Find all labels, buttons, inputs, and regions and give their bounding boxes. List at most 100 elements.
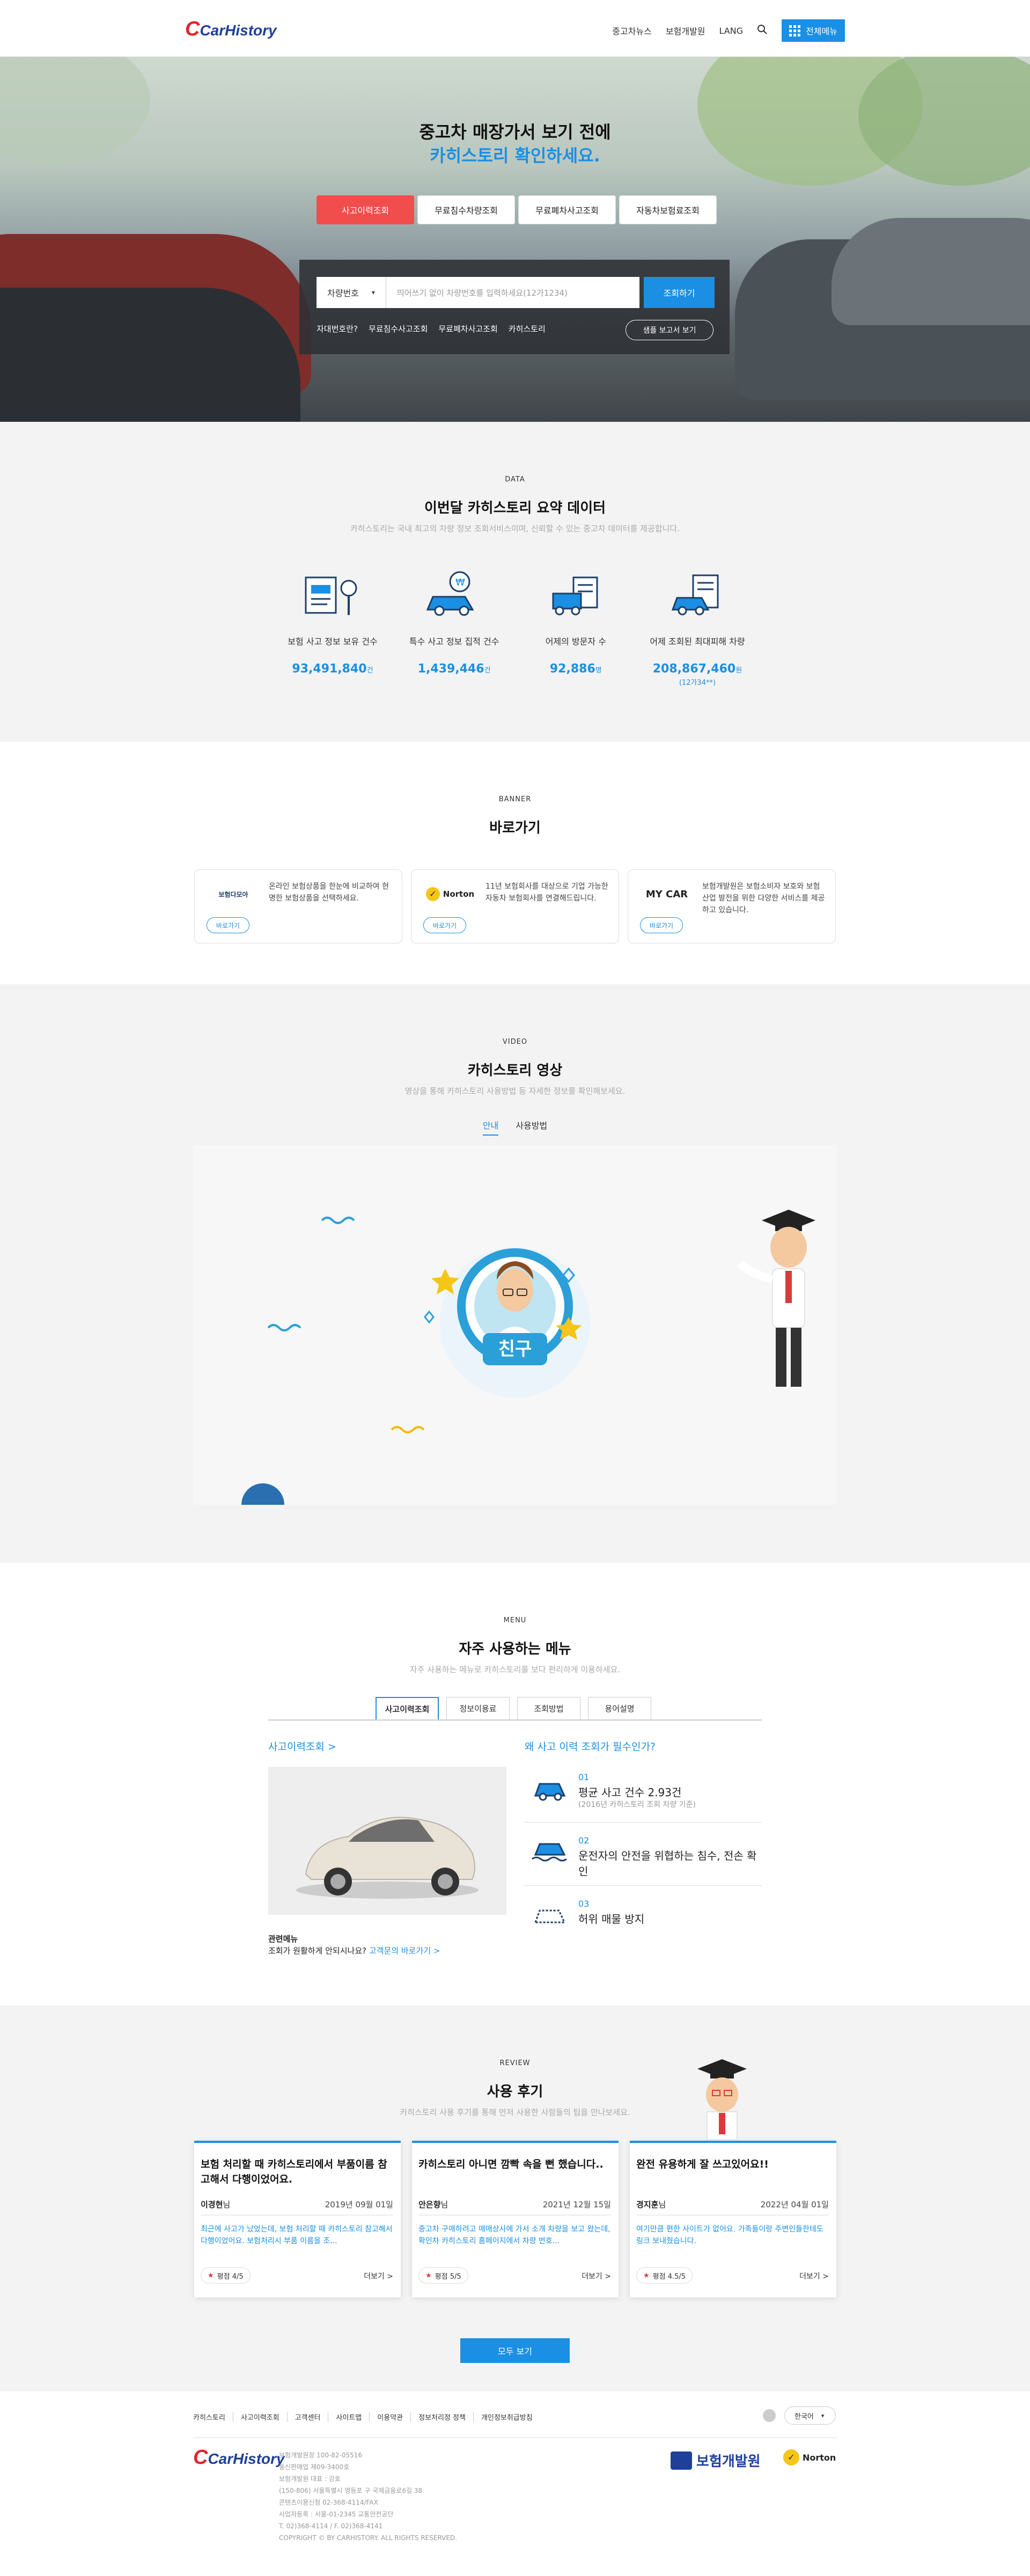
nav-item-news[interactable]: 중고차뉴스 (612, 24, 652, 37)
stat-item: 어제의 방문자 수 92,886명 (522, 567, 629, 687)
tab-glossary[interactable]: 용어설명 (588, 1697, 651, 1719)
tab-how-to[interactable]: 조회방법 (517, 1697, 580, 1719)
section-eyebrow: REVIEW (499, 2059, 531, 2067)
banner-link-button[interactable]: 바로가기 (640, 917, 683, 933)
all-menu-button[interactable]: 전체메뉴 (782, 19, 845, 42)
reason-number: 01 (578, 1772, 590, 1782)
accident-history-link[interactable]: 사고이력조회 > (268, 1739, 336, 1753)
section-eyebrow: BANNER (498, 795, 532, 803)
document-search-icon (295, 567, 370, 620)
stat-item: 어제 조회된 최대피해 차량 208,867,460원 (12가34**) (644, 567, 751, 687)
review-title: 카히스토리 아니면 깜빡 속을 뻔 했습니다.. (418, 2158, 604, 2170)
reason-item: 02 운전자의 안전을 위협하는 침수, 전손 확인 (525, 1823, 762, 1886)
star-icon: ★ (208, 2271, 214, 2280)
stats-grid: 보험 사고 정보 보유 건수 93,491,840건 ₩ 특수 사고 정보 집적… (279, 567, 751, 687)
banner-logo: 보험다모아 (218, 890, 248, 898)
review-date: 2022년 04월 01일 (760, 2200, 829, 2209)
video-badge: 친구 (498, 1338, 532, 1360)
tab-accident-history[interactable]: 사고이력조회 (376, 1697, 439, 1719)
kidi-mark-icon (671, 2451, 692, 2470)
footer-link[interactable]: 정보처리정 정책 (411, 2412, 474, 2422)
search-button[interactable]: 조회하기 (644, 277, 715, 308)
language-select[interactable]: 한국어 ▾ (784, 2406, 836, 2425)
banner-link-button[interactable]: 바로가기 (207, 917, 249, 933)
banner-text: 11년 보험회사를 대상으로 기업 가능한 자동차 보험회사를 연결해드립니다. (485, 882, 608, 903)
partner-kidi-logo: 보험개발원 (671, 2450, 761, 2470)
review-card[interactable]: 완전 유용하게 잘 쓰고있어요!! 경지훈님 2022년 04월 01일 여기만… (630, 2141, 836, 2297)
reason-item: 01 평균 사고 건수 2.93건 (2016년 카히스토리 조회 차량 기준) (525, 1759, 762, 1823)
view-all-reviews-button[interactable]: 모두 보기 (460, 2338, 570, 2363)
site-logo[interactable]: CCarHistory (185, 18, 277, 41)
banner-card[interactable]: MY CAR 보험개발원은 보험소비자 보호와 보험산업 발전을 위한 다양한 … (628, 869, 836, 943)
hero-tabs: 사고이력조회 무료침수차량조회 무료폐차사고조회 자동차보험료조회 (317, 195, 717, 224)
link-scrap-check[interactable]: 무료폐차사고조회 (438, 323, 497, 334)
banner-card[interactable]: ✓ Norton 11년 보험회사를 대상으로 기업 가능한 자동차 보험회사를 … (411, 869, 619, 943)
reason-title: 허위 매물 방지 (578, 1913, 645, 1926)
search-icon[interactable] (757, 24, 768, 37)
stat-label: 어제 조회된 최대피해 차량 (650, 636, 745, 647)
tab-guide[interactable]: 안내 (482, 1118, 499, 1136)
footer-link[interactable]: 사이트맵 (328, 2412, 370, 2422)
stat-item: ₩ 특수 사고 정보 집적 건수 1,439,446건 (401, 567, 508, 687)
car-number-input[interactable]: 띄어쓰기 없이 차량번호를 입력하세요(12가1234) (386, 277, 639, 308)
tab-insurance-rate[interactable]: 자동차보험료조회 (619, 195, 717, 224)
link-flood-check[interactable]: 무료침수사고조회 (369, 323, 428, 334)
customer-inquiry-link[interactable]: 고객문의 바로가기 > (369, 1946, 440, 1956)
chevron-down-icon: ▾ (821, 2412, 825, 2419)
reason-number: 03 (578, 1899, 590, 1909)
reason-item: 03 허위 매물 방지 (525, 1886, 762, 1949)
footer-link[interactable]: 카히스토리 (193, 2412, 233, 2422)
reason-title: 평균 사고 건수 2.93건 (578, 1786, 682, 1799)
tab-scrap-check[interactable]: 무료폐차사고조회 (518, 195, 616, 224)
review-body: 최근에 사고가 났었는데, 보험 처리할 때 카히스토리 참고해서 다행이었어요… (201, 2225, 393, 2245)
tab-accident-history[interactable]: 사고이력조회 (317, 195, 414, 224)
data-section: DATA 이번달 카히스토리 요약 데이터 카히스토리는 국내 최고의 차량 정… (0, 422, 1030, 742)
video-tabs: 안내 사용방법 (0, 1118, 1030, 1136)
banner-text: 보험개발원은 보험소비자 보호와 보험산업 발전을 위한 다양한 서비스를 제공… (702, 882, 825, 914)
review-title: 완전 유용하게 잘 쓰고있어요!! (636, 2158, 769, 2170)
review-body: 여기만큼 편한 사이트가 없어요. 가족들이랑 주변인들한테도 링크 보내줬습니… (636, 2225, 823, 2245)
banner-section: BANNER 바로가기 보험다모아 온라인 보험상품을 한눈에 비교하여 현명한… (0, 742, 1030, 984)
video-section: VIDEO 카히스토리 영상 영상을 통해 카히스토리 사용방법 등 자세한 정… (0, 984, 1030, 1563)
tab-fee[interactable]: 정보이용료 (446, 1697, 510, 1719)
search-type-select[interactable]: 차량번호 ▾ (317, 277, 386, 308)
star-icon: ★ (643, 2271, 650, 2280)
star-icon: ★ (425, 2271, 432, 2280)
footer-link[interactable]: 개인정보취급방침 (474, 2412, 540, 2422)
review-more-link[interactable]: 더보기 > (799, 2271, 829, 2281)
review-card[interactable]: 카히스토리 아니면 깜빡 속을 뻔 했습니다.. 안은향님 2021년 12월 … (412, 2141, 619, 2297)
review-date: 2021년 12월 15일 (542, 2200, 611, 2209)
nav-item-lang[interactable]: LANG (719, 26, 744, 36)
section-title: 사용 후기 (487, 2084, 543, 2100)
nav-item-kidi[interactable]: 보험개발원 (666, 24, 705, 37)
check-badge-icon: ✓ (783, 2449, 799, 2465)
sample-report-button[interactable]: 샘플 보고서 보기 (626, 320, 713, 340)
review-section: REVIEW 사용 후기 카히스토리 사용 후기를 통해 먼저 사용한 사람들의… (0, 2006, 1030, 2391)
section-title: 자주 사용하는 메뉴 (459, 1641, 571, 1657)
review-body: 중고차 구매하려고 매매상사에 가서 소개 차량을 보고 왔는데, 확인차 카히… (418, 2225, 610, 2245)
banner-text: 온라인 보험상품을 한눈에 비교하여 현명한 보험상품을 선택하세요. (269, 882, 389, 903)
review-more-link[interactable]: 더보기 > (364, 2271, 393, 2281)
reason-sub: (2016년 카히스토리 조회 차량 기준) (578, 1801, 696, 1809)
banner-logo: MY CAR (645, 888, 688, 900)
video-player[interactable]: 친구 (193, 1145, 837, 1505)
review-more-link[interactable]: 더보기 > (582, 2271, 611, 2281)
footer-link[interactable]: 고객센터 (288, 2412, 329, 2422)
all-menu-label: 전체메뉴 (806, 26, 837, 36)
section-subtitle: 영상을 통해 카히스토리 사용방법 등 자세한 정보를 확인해보세요. (404, 1086, 626, 1096)
footer-link[interactable]: 이용약관 (370, 2412, 411, 2422)
ghost-car-icon (531, 1904, 569, 1928)
section-title: 이번달 카히스토리 요약 데이터 (424, 500, 606, 516)
link-carhistory[interactable]: 카히스토리 (509, 323, 546, 334)
search-links: 자대번호란? 무료침수사고조회 무료폐차사고조회 카히스토리 (317, 323, 546, 334)
tab-how-to-use[interactable]: 사용방법 (516, 1118, 547, 1136)
related-menu: 관련메뉴 조회가 원활하게 안되시나요? 고객문의 바로가기 > (268, 1933, 440, 1957)
link-what-is-number[interactable]: 자대번호란? (317, 323, 358, 334)
banner-link-button[interactable]: 바로가기 (423, 917, 466, 933)
review-card[interactable]: 보험 처리할 때 카히스토리에서 부품이름 참고해서 다행이었어요. 이경현님 … (194, 2141, 401, 2297)
stat-label: 어제의 방문자 수 (545, 636, 606, 647)
banner-card[interactable]: 보험다모아 온라인 보험상품을 한눈에 비교하여 현명한 보험상품을 선택하세요… (194, 869, 402, 943)
section-eyebrow: VIDEO (502, 1038, 528, 1046)
footer-link[interactable]: 사고이력조회 (233, 2412, 288, 2422)
tab-flood-check[interactable]: 무료침수차량조회 (417, 195, 515, 224)
